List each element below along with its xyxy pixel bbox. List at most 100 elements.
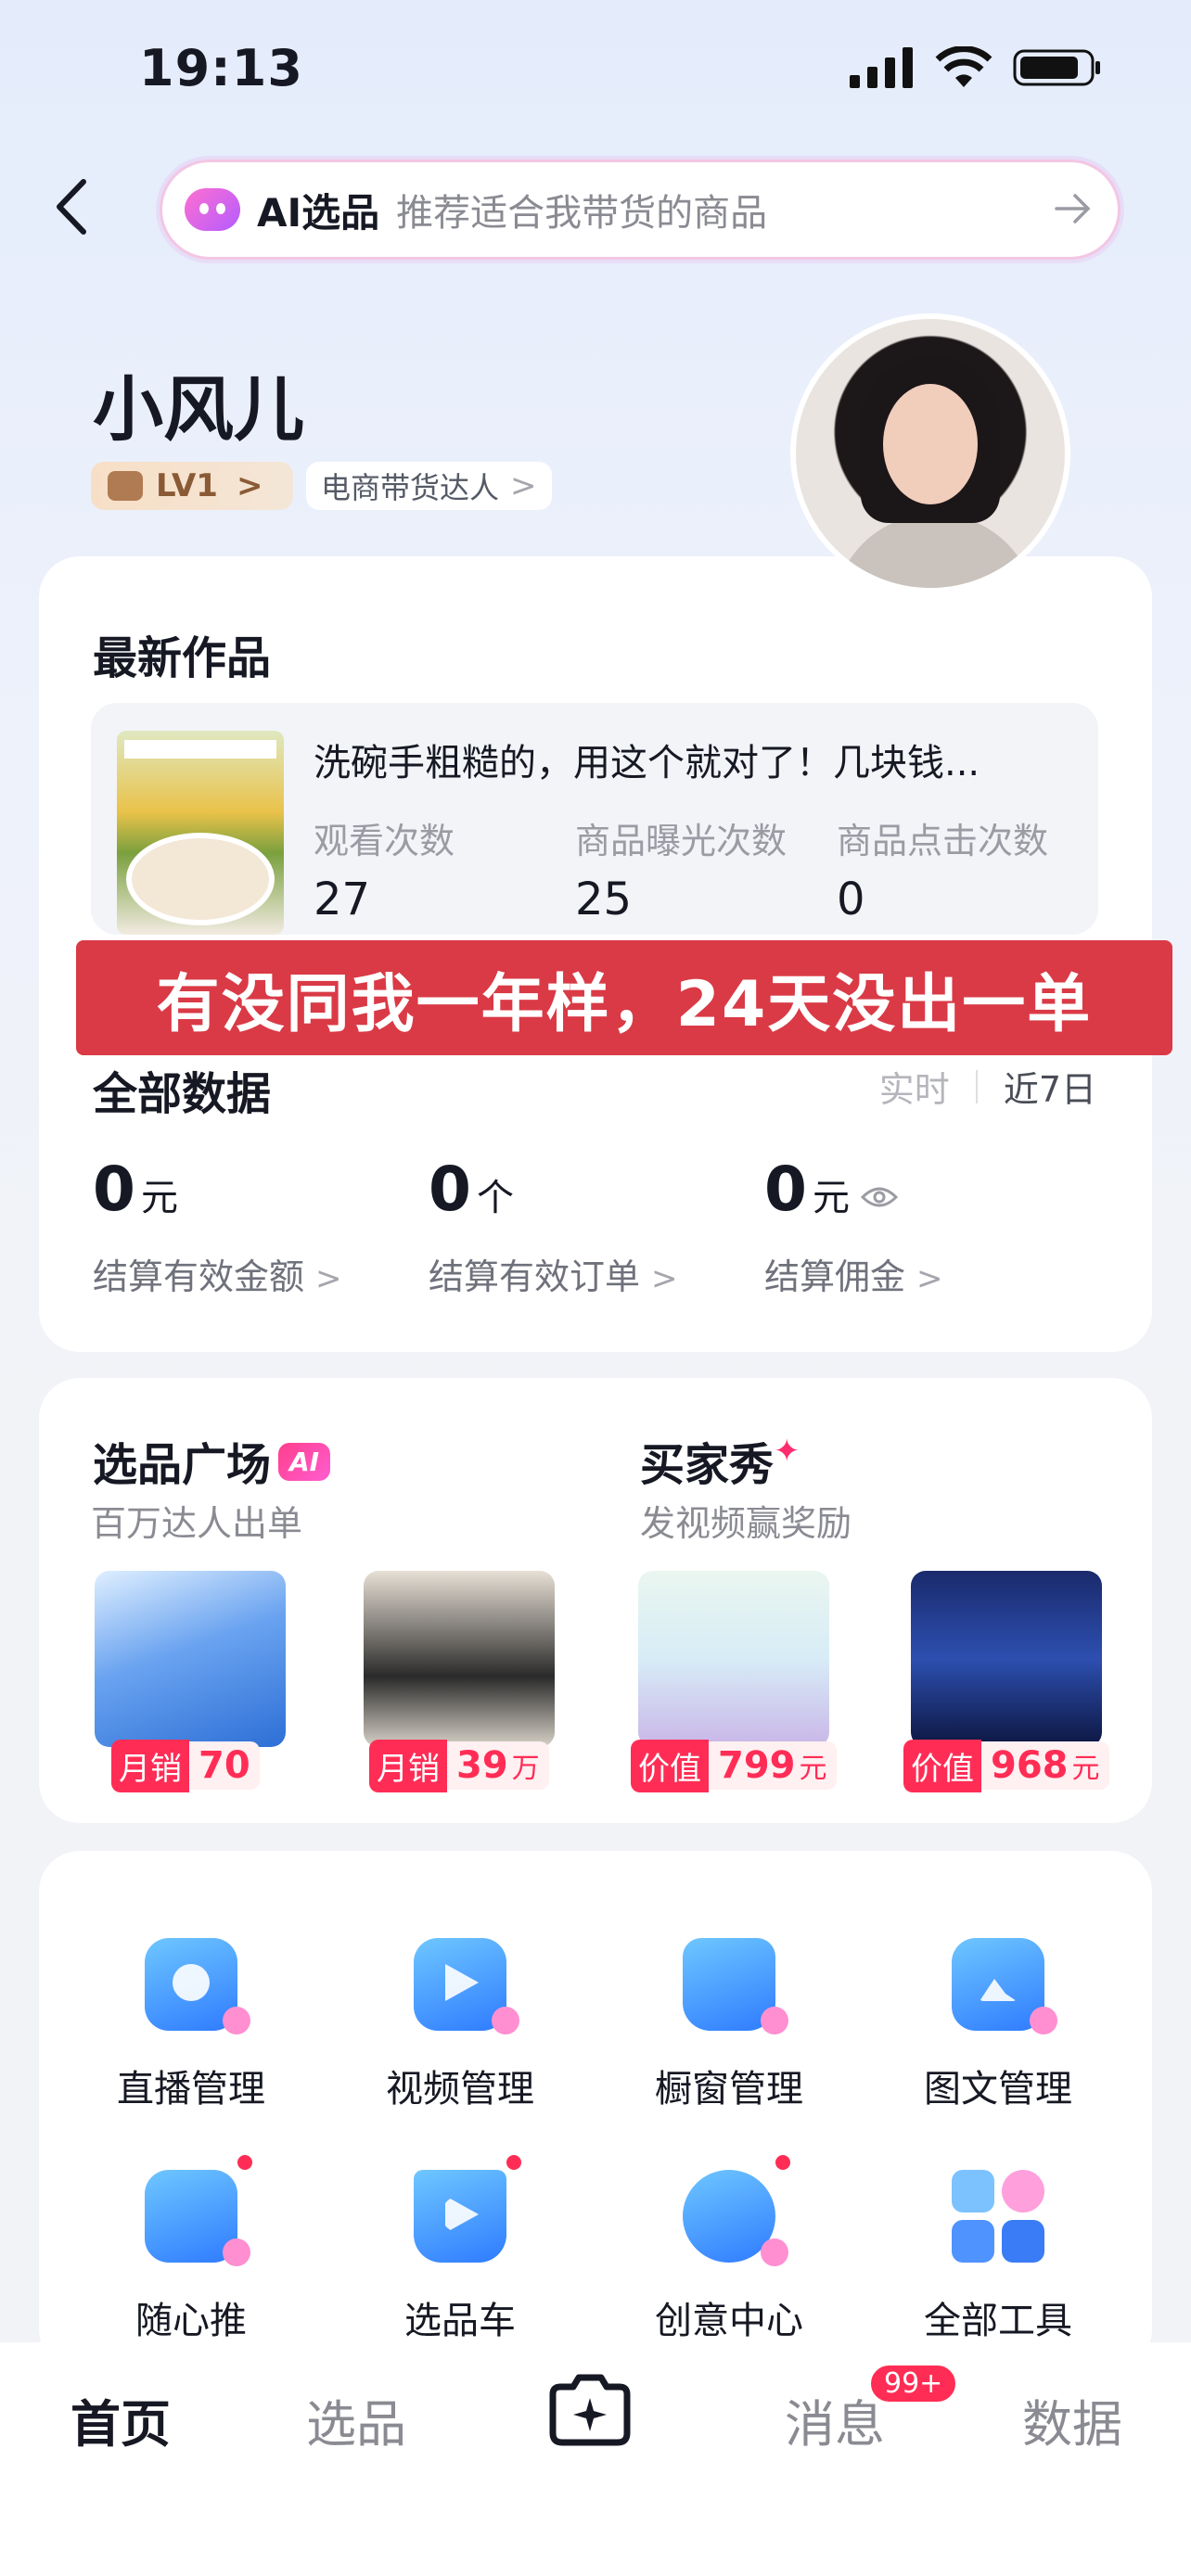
tool-creative-center[interactable]: 创意中心 [618, 2170, 840, 2344]
stat-commission-label-row[interactable]: 结算佣金 > [764, 1248, 943, 1299]
level-icon [108, 471, 143, 501]
stat-commission-label: 结算佣金 [764, 1256, 906, 1297]
stat-commission-value: 0 [764, 1154, 807, 1225]
notification-dot [237, 2155, 252, 2170]
price-tag-value: 799 元 [709, 1741, 837, 1790]
product-image[interactable] [911, 1571, 1102, 1747]
all-data-title: 全部数据 [93, 1068, 272, 1120]
price-tag-label: 价值 [631, 1739, 709, 1792]
stat-orders-label: 结算有效订单 [429, 1256, 641, 1297]
status-time: 19:13 [139, 39, 303, 97]
tool-label: 随心推 [135, 2300, 247, 2342]
product-image[interactable] [95, 1571, 286, 1747]
arrow-right-icon [1055, 194, 1091, 223]
price-tag-label: 价值 [903, 1739, 981, 1792]
latest-works-title: 最新作品 [93, 632, 272, 684]
profile-name: 小风儿 [93, 368, 304, 451]
avatar[interactable] [790, 313, 1070, 593]
chevron-right-icon: > [916, 1260, 943, 1297]
buyer-show-header[interactable]: 买家秀✦ [640, 1428, 800, 1493]
buyer-show-subtitle: 发视频赢奖励 [640, 1503, 852, 1544]
notification-dot [506, 2155, 521, 2170]
overlay-caption-banner: 有没同我一年样，24天没出一单 [76, 940, 1172, 1055]
stat-amount-value: 0 [93, 1154, 135, 1225]
bulb-icon [683, 2170, 788, 2266]
price-tag-value: 968 元 [981, 1741, 1109, 1790]
plaza-title: 选品广场 [93, 1439, 272, 1491]
promote-chart-icon [145, 2170, 250, 2266]
sparkle-icon: ✦ [774, 1433, 800, 1470]
stat-amount-label-row[interactable]: 结算有效金额 > [93, 1248, 342, 1299]
image-icon [952, 1938, 1057, 2034]
metric-clicks-value: 0 [837, 874, 865, 925]
message-count-badge: 99+ [868, 2363, 959, 2404]
metric-exposure-value: 25 [575, 874, 633, 925]
stat-orders[interactable]: 0个 [429, 1154, 514, 1225]
tool-label: 直播管理 [117, 2068, 265, 2111]
tool-label: 创意中心 [655, 2300, 803, 2342]
work-caption: 洗碗手粗糙的，用这个就对了！几块钱... [314, 742, 980, 784]
tool-label: 视频管理 [386, 2068, 534, 2111]
tab-data[interactable]: 数据 [1022, 2383, 1122, 2456]
stat-commission[interactable]: 0元 [764, 1154, 898, 1225]
level-badge[interactable]: LV1 > [91, 462, 293, 510]
tool-label: 全部工具 [924, 2300, 1072, 2342]
signal-icon [850, 47, 913, 88]
price-tag-label: 月销 [111, 1739, 189, 1792]
status-icons [850, 46, 1102, 89]
tool-showcase-management[interactable]: 橱窗管理 [618, 1938, 840, 2112]
tool-label: 橱窗管理 [655, 2068, 803, 2111]
stat-amount-label: 结算有效金额 [93, 1256, 305, 1297]
product-image[interactable] [364, 1571, 555, 1747]
tool-suixintui[interactable]: 随心推 [80, 2170, 302, 2344]
tool-image-text-management[interactable]: 图文管理 [887, 1938, 1109, 2112]
tab-home[interactable]: 首页 [70, 2383, 171, 2456]
tab-7days[interactable]: 近7日 [1004, 1061, 1096, 1112]
ai-search-bar[interactable]: AI选品 推荐适合我带货的商品 [160, 159, 1121, 260]
tab-select[interactable]: 选品 [306, 2383, 406, 2456]
tool-all-tools[interactable]: 全部工具 [887, 2170, 1109, 2344]
product-value-tag: 价值 799 元 [631, 1739, 837, 1792]
chevron-right-icon: > [651, 1260, 678, 1297]
back-button[interactable] [52, 176, 108, 241]
stat-orders-value: 0 [429, 1154, 471, 1225]
tool-selection-cart[interactable]: 选品车 [349, 2170, 571, 2344]
stat-amount-unit: 元 [140, 1177, 178, 1219]
metric-views-label: 观看次数 [314, 821, 455, 861]
product-image[interactable] [638, 1571, 829, 1747]
role-text: 电商带货达人 [321, 470, 500, 505]
eye-icon[interactable] [860, 1184, 898, 1210]
tab-divider [975, 1069, 978, 1103]
camera-button[interactable] [545, 2374, 634, 2448]
tab-message[interactable]: 消息 [785, 2383, 885, 2456]
metric-views-value: 27 [314, 874, 371, 925]
tab-realtime[interactable]: 实时 [879, 1061, 950, 1112]
tool-video-management[interactable]: 视频管理 [349, 1938, 571, 2112]
price-tag-value: 39 万 [447, 1741, 549, 1790]
ai-tag: AI [278, 1443, 331, 1481]
level-text: LV1 [156, 467, 218, 504]
chevron-right-icon: > [510, 467, 537, 504]
stat-orders-label-row[interactable]: 结算有效订单 > [429, 1248, 678, 1299]
buyer-show-title: 买家秀 [640, 1439, 775, 1491]
stat-commission-unit: 元 [812, 1177, 850, 1219]
tool-label: 选品车 [404, 2300, 516, 2342]
role-badge[interactable]: 电商带货达人 > [306, 462, 552, 510]
plaza-header[interactable]: 选品广场 AI [93, 1428, 331, 1493]
chevron-right-icon: > [236, 467, 263, 504]
battery-icon [1013, 49, 1100, 86]
chevron-left-icon [57, 179, 86, 235]
notification-dot [775, 2155, 790, 2170]
product-sales-tag: 月销 70 [111, 1739, 260, 1792]
cart-icon [414, 2170, 506, 2263]
work-thumbnail[interactable] [117, 731, 284, 935]
price-tag-value: 70 [189, 1741, 260, 1790]
stat-amount[interactable]: 0元 [93, 1154, 178, 1225]
metric-clicks-label: 商品点击次数 [837, 821, 1049, 861]
stat-orders-unit: 个 [476, 1177, 514, 1219]
ai-search-placeholder: 推荐适合我带货的商品 [396, 192, 768, 235]
wifi-icon [935, 46, 992, 87]
chevron-right-icon: > [315, 1260, 342, 1297]
product-sales-tag: 月销 39 万 [369, 1739, 549, 1792]
tool-live-management[interactable]: 直播管理 [80, 1938, 302, 2112]
